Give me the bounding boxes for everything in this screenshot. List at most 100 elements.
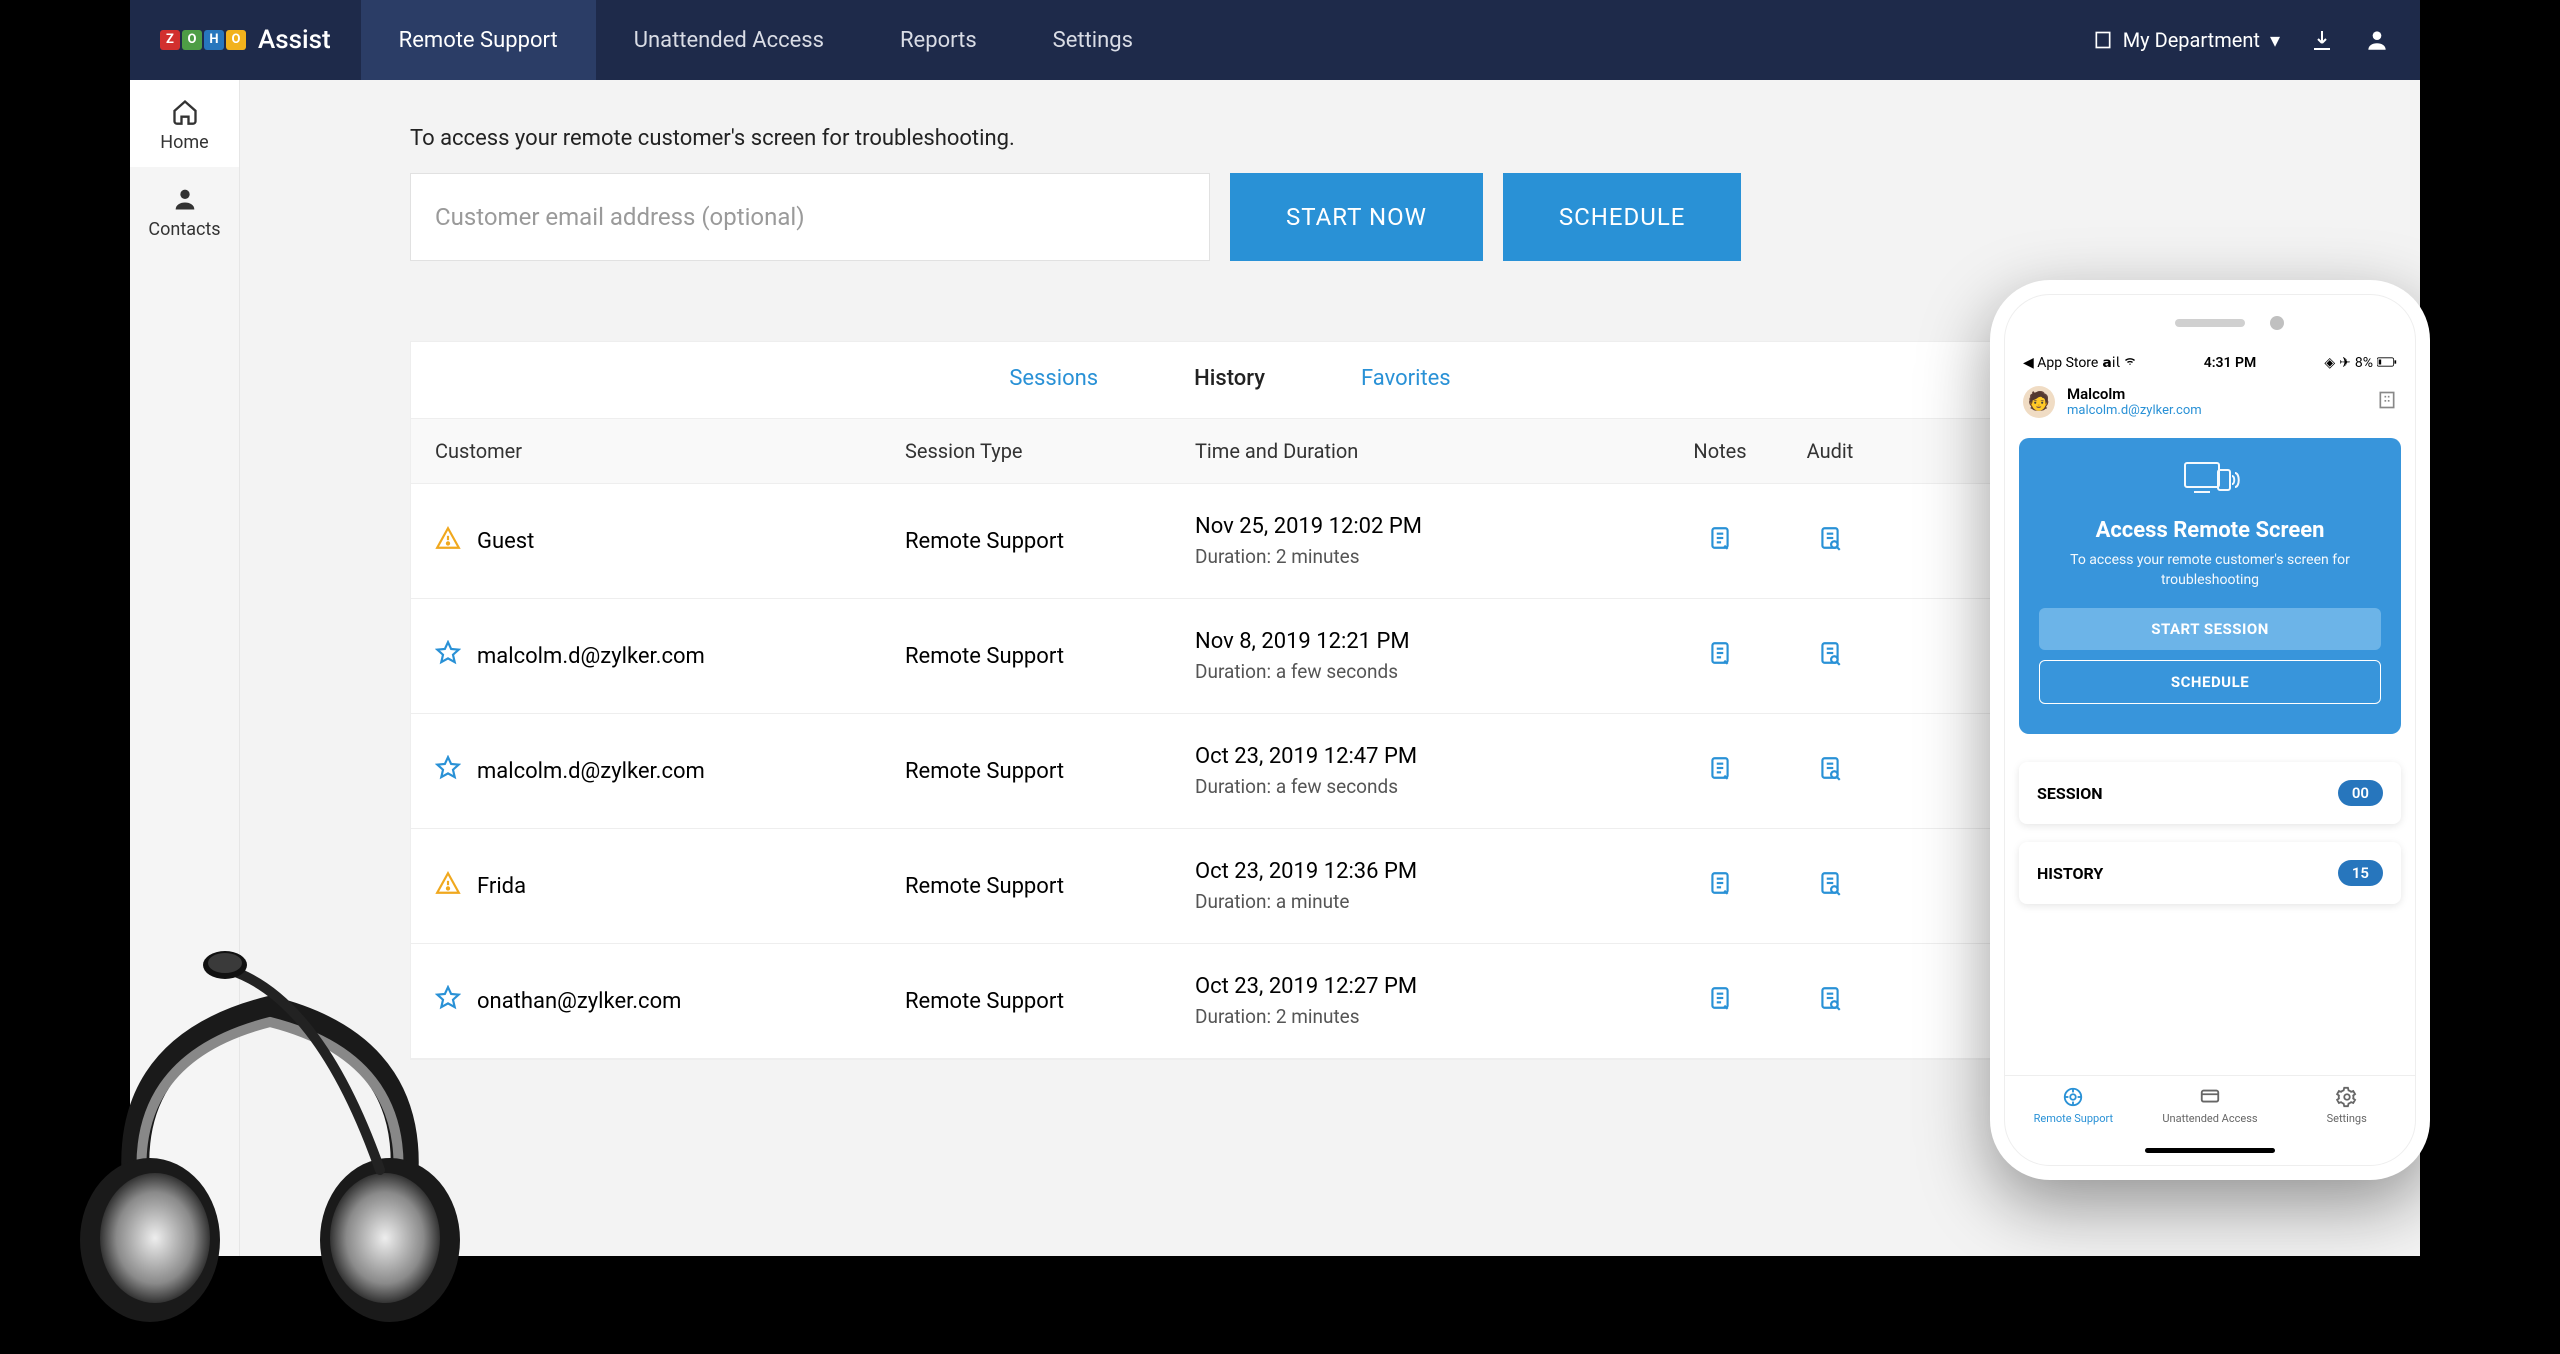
phone-tab-settings[interactable]: Settings [2278, 1076, 2415, 1135]
rail-contacts[interactable]: Contacts [130, 167, 239, 254]
audit-icon[interactable] [1817, 762, 1843, 787]
phone-access-card: Access Remote Screen To access your remo… [2019, 438, 2401, 734]
session-type: Remote Support [905, 759, 1195, 784]
remote-support-icon [2062, 1086, 2084, 1108]
nav-remote-support[interactable]: Remote Support [361, 0, 596, 80]
table-row[interactable]: Guest Remote SupportNov 25, 2019 12:02 PM… [411, 484, 2049, 599]
table-head: Customer Session Type Time and Duration … [411, 419, 2049, 484]
brand-name: Assist [258, 25, 331, 55]
audit-icon[interactable] [1817, 877, 1843, 902]
col-time-duration: Time and Duration [1195, 439, 1665, 463]
phone-history-value: 15 [2338, 860, 2383, 886]
nav-reports[interactable]: Reports [862, 0, 1015, 80]
phone-notch [2005, 295, 2415, 351]
session-time: Oct 23, 2019 12:47 PM [1195, 744, 1665, 769]
customer-name: malcolm.d@zylker.com [477, 759, 705, 784]
phone-tab-remote-support[interactable]: Remote Support [2005, 1076, 2142, 1135]
devices-icon [2180, 489, 2240, 508]
phone-alarm-icon: ✈ [2339, 355, 2351, 371]
table-row[interactable]: Frida Remote SupportOct 23, 2019 12:36 PM… [411, 829, 2049, 944]
audit-icon[interactable] [1817, 532, 1843, 557]
phone-signal-icon: 𝗮𝗂𝗅 [2102, 355, 2119, 371]
phone-session-label: SESSION [2037, 784, 2103, 803]
user-icon[interactable] [2364, 27, 2390, 53]
col-session-type: Session Type [905, 439, 1195, 463]
session-type: Remote Support [905, 644, 1195, 669]
phone-tabbar: Remote Support Unattended Access Setting… [2005, 1075, 2415, 1135]
contact-icon [171, 185, 199, 213]
phone-wifi-icon [2124, 355, 2136, 371]
department-select[interactable]: My Department ▾ [2093, 28, 2280, 52]
phone-history-label: HISTORY [2037, 864, 2103, 883]
notes-icon[interactable] [1707, 992, 1733, 1017]
phone-start-session-button[interactable]: START SESSION [2039, 608, 2381, 650]
col-customer: Customer [435, 439, 905, 463]
session-time: Nov 8, 2019 12:21 PM [1195, 629, 1665, 654]
phone-avatar: 🧑 [2023, 386, 2055, 418]
col-audit: Audit [1775, 439, 1885, 463]
start-now-button[interactable]: START NOW [1230, 173, 1483, 261]
session-duration: Duration: a few seconds [1195, 660, 1665, 683]
unattended-icon [2199, 1086, 2221, 1108]
session-duration: Duration: a few seconds [1195, 775, 1665, 798]
phone-profile-email[interactable]: malcolm.d@zylker.com [2067, 403, 2365, 418]
top-nav: Z O H O Assist Remote Support Unattended… [130, 0, 2420, 80]
star-icon[interactable] [435, 755, 461, 787]
session-duration: Duration: a minute [1195, 890, 1665, 913]
notes-icon[interactable] [1707, 877, 1733, 902]
notes-icon[interactable] [1707, 532, 1733, 557]
phone-history-stat[interactable]: HISTORY 15 [2019, 842, 2401, 904]
notes-icon[interactable] [1707, 647, 1733, 672]
session-type: Remote Support [905, 989, 1195, 1014]
phone-backlink[interactable]: ◀ App Store [2023, 355, 2098, 371]
phone-tab-unattended[interactable]: Unattended Access [2142, 1076, 2279, 1135]
phone-building-icon[interactable] [2377, 390, 2397, 414]
phone-home-indicator[interactable] [2005, 1135, 2415, 1165]
tab-favorites[interactable]: Favorites [1313, 342, 1499, 418]
table-row[interactable]: malcolm.d@zylker.com Remote SupportOct 23… [411, 714, 2049, 829]
notes-icon[interactable] [1707, 762, 1733, 787]
table-row[interactable]: onathan@zylker.comRemote SupportOct 23, … [411, 944, 2049, 1059]
intro-text: To access your remote customer's screen … [410, 126, 2420, 151]
session-type: Remote Support [905, 874, 1195, 899]
session-time: Oct 23, 2019 12:36 PM [1195, 859, 1665, 884]
tab-sessions[interactable]: Sessions [961, 342, 1146, 418]
phone-time: 4:31 PM [2204, 355, 2257, 371]
phone-session-value: 00 [2338, 780, 2383, 806]
phone-session-stat[interactable]: SESSION 00 [2019, 762, 2401, 824]
phone-location-icon: ◈ [2324, 355, 2335, 371]
chevron-down-icon: ▾ [2270, 28, 2280, 52]
table-row[interactable]: malcolm.d@zylker.comRemote SupportNov 8,… [411, 599, 2049, 714]
phone-card-title: Access Remote Screen [2039, 518, 2381, 543]
audit-icon[interactable] [1817, 647, 1843, 672]
session-time: Nov 25, 2019 12:02 PM [1195, 514, 1665, 539]
phone-battery-icon [2377, 355, 2397, 371]
phone-card-subtitle: To access your remote customer's screen … [2039, 551, 2381, 590]
star-icon[interactable] [435, 640, 461, 672]
customer-name: Frida [477, 874, 526, 899]
download-icon[interactable] [2310, 28, 2334, 52]
session-type: Remote Support [905, 529, 1195, 554]
phone-overlay: ◀ App Store 𝗮𝗂𝗅 4:31 PM ◈ ✈ 8% 🧑 Malcolm [1990, 280, 2430, 1180]
nav-unattended-access[interactable]: Unattended Access [596, 0, 862, 80]
customer-email-input[interactable] [410, 173, 1210, 261]
phone-schedule-button[interactable]: SCHEDULE [2039, 660, 2381, 704]
brand: Z O H O Assist [130, 25, 361, 55]
rail-home-label: Home [130, 132, 239, 153]
schedule-button[interactable]: SCHEDULE [1503, 173, 1742, 261]
session-time: Oct 23, 2019 12:27 PM [1195, 974, 1665, 999]
gear-icon [2336, 1086, 2358, 1108]
rail-home[interactable]: Home [130, 80, 239, 167]
home-icon [171, 98, 199, 126]
customer-name: Guest [477, 529, 534, 554]
session-duration: Duration: 2 minutes [1195, 1005, 1665, 1028]
phone-profile-name: Malcolm [2067, 385, 2365, 403]
phone-battery: 8% [2355, 355, 2373, 371]
audit-icon[interactable] [1817, 992, 1843, 1017]
nav-settings[interactable]: Settings [1015, 0, 1171, 80]
tab-history[interactable]: History [1146, 342, 1313, 418]
rail-contacts-label: Contacts [130, 219, 239, 240]
warning-icon[interactable] [435, 870, 461, 902]
history-panel: Sessions History Favorites Customer Sess… [410, 341, 2050, 1060]
warning-icon[interactable] [435, 525, 461, 557]
